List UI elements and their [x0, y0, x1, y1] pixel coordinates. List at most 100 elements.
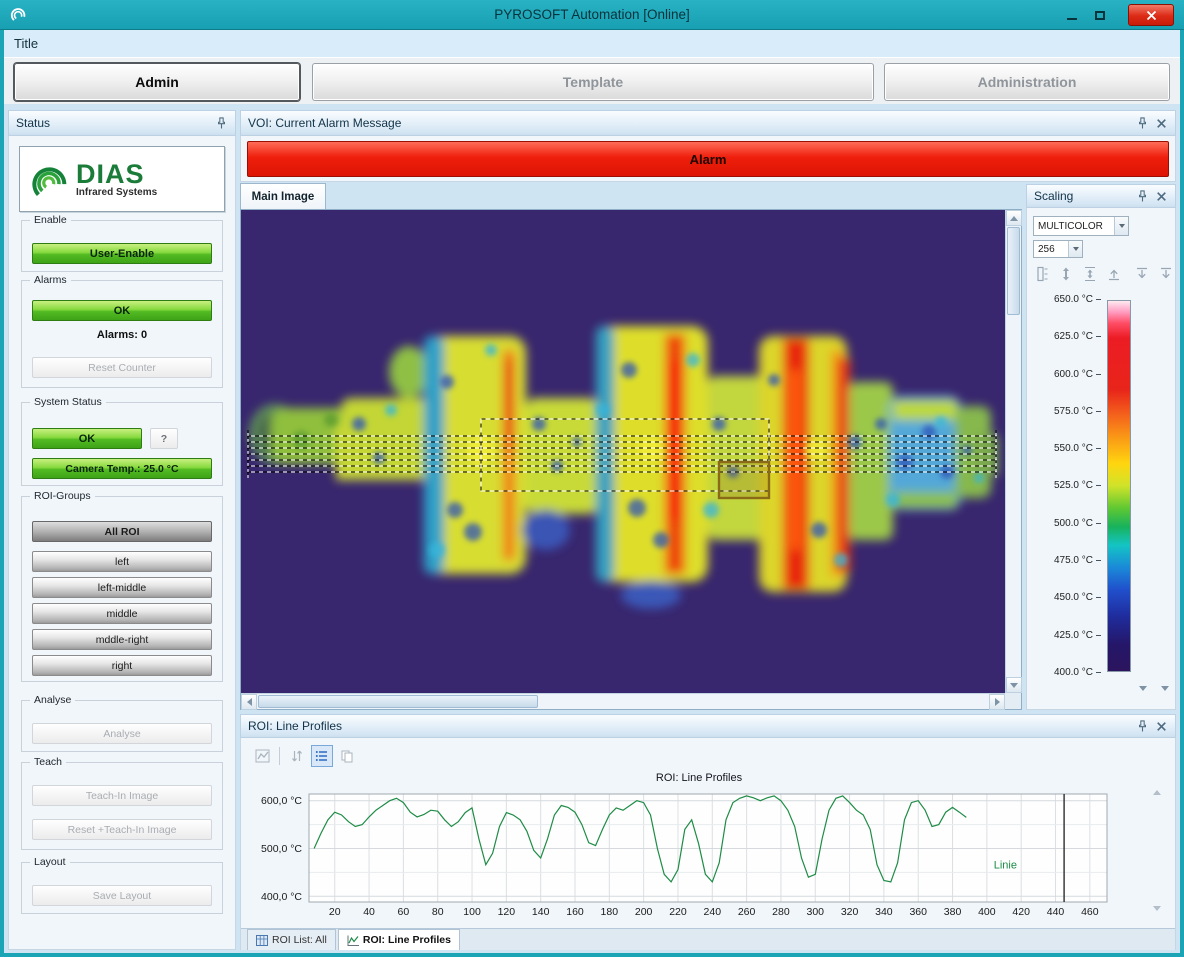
copy-button[interactable]: [336, 745, 358, 767]
user-enable-button[interactable]: User-Enable: [32, 243, 212, 264]
scale-up-icon[interactable]: [1105, 266, 1123, 282]
roi-group-left-button[interactable]: left: [32, 551, 212, 572]
x-tick-label: 20: [329, 906, 341, 918]
scale-min-down-icon[interactable]: [1157, 266, 1175, 282]
reset-teach-in-image-button[interactable]: Reset +Teach-In Image: [32, 819, 212, 840]
chart-scroll-up-button[interactable]: [1153, 790, 1161, 795]
x-tick-label: 40: [363, 906, 375, 918]
dias-logo: DIAS Infrared Systems: [19, 146, 225, 212]
nav-tab-administration[interactable]: Administration: [884, 63, 1170, 101]
minimize-button[interactable]: [1060, 4, 1084, 26]
x-tick-label: 420: [1012, 906, 1030, 918]
roi-bottom-tabs: ROI List: All ROI: Line Profiles: [241, 928, 1175, 950]
roi-groups-title: ROI-Groups: [30, 490, 95, 502]
scroll-down-button[interactable]: [1006, 677, 1022, 693]
scroll-up-button[interactable]: [1006, 210, 1022, 226]
window-frame-left: [0, 30, 4, 957]
alarms-ok-button[interactable]: OK: [32, 300, 212, 321]
list-view-button[interactable]: [311, 745, 333, 767]
maximize-button[interactable]: [1088, 4, 1112, 26]
window-frame-right: [1180, 30, 1184, 957]
scaling-panel-header: Scaling: [1026, 184, 1176, 208]
voi-panel: VOI: Current Alarm Message Alarm: [240, 110, 1176, 182]
x-tick-label: 260: [738, 906, 756, 918]
analyse-group-title: Analyse: [30, 694, 75, 706]
save-layout-button[interactable]: Save Layout: [32, 885, 212, 906]
close-icon[interactable]: [1155, 117, 1168, 130]
status-panel: Status DIAS Infrared Systems: [8, 110, 236, 950]
x-tick-label: 240: [704, 906, 722, 918]
status-panel-title: Status: [16, 116, 50, 130]
pin-icon[interactable]: [215, 117, 228, 130]
image-horizontal-scrollbar[interactable]: [241, 693, 1005, 709]
scale-upper-down-button[interactable]: [1161, 686, 1169, 691]
pin-icon[interactable]: [1136, 720, 1149, 733]
close-icon[interactable]: [1155, 720, 1168, 733]
palette-select[interactable]: MULTICOLOR: [1033, 216, 1129, 236]
roi-rect-selected[interactable]: [719, 462, 769, 498]
scale-tick-label: 550.0 °C: [1029, 443, 1101, 454]
layout-group-title: Layout: [30, 856, 70, 868]
pin-icon[interactable]: [1136, 117, 1149, 130]
sort-icon: [290, 749, 304, 763]
chevron-down-icon: [1114, 217, 1128, 235]
close-button[interactable]: [1128, 4, 1174, 26]
tab-main-image[interactable]: Main Image: [240, 183, 326, 210]
help-button[interactable]: ?: [150, 428, 178, 449]
autoscale-icon[interactable]: [1057, 266, 1075, 282]
nav-tab-admin[interactable]: Admin: [14, 63, 300, 101]
window-frame-bottom: [0, 953, 1184, 957]
enable-group-title: Enable: [30, 214, 71, 226]
tab-roi-line-profiles[interactable]: ROI: Line Profiles: [338, 929, 460, 950]
title-strip-label: Title: [14, 36, 38, 51]
table-icon: [256, 935, 268, 946]
camera-temp-button[interactable]: Camera Temp.: 25.0 °C: [32, 458, 212, 479]
chart-image-button[interactable]: [251, 745, 273, 767]
levels-select[interactable]: 256: [1033, 240, 1083, 258]
scroll-left-button[interactable]: [241, 694, 257, 710]
roi-toolbar: [251, 744, 358, 768]
close-icon[interactable]: [1155, 190, 1168, 203]
y-tick-label: 500,0 °C: [261, 843, 302, 855]
teach-in-image-button[interactable]: Teach-In Image: [32, 785, 212, 806]
line-profiles-plot[interactable]: 2040608010012014016018020022024026028030…: [253, 786, 1145, 926]
roi-group-middle-right-button[interactable]: mddle-right: [32, 629, 212, 650]
chart-scroll-down-button[interactable]: [1153, 906, 1161, 911]
palette-bar-icon[interactable]: [1033, 266, 1051, 282]
scroll-up-icon: [1010, 216, 1018, 221]
roi-panel-title: ROI: Line Profiles: [248, 719, 342, 733]
tab-roi-list-all[interactable]: ROI List: All: [247, 929, 336, 950]
roi-group-left-middle-button[interactable]: left-middle: [32, 577, 212, 598]
roi-group-middle-button[interactable]: middle: [32, 603, 212, 624]
scale-max-down-icon[interactable]: [1133, 266, 1151, 282]
horizontal-scroll-thumb[interactable]: [258, 695, 538, 708]
temperature-colorbar[interactable]: [1107, 300, 1131, 672]
roi-group-all-button[interactable]: All ROI: [32, 521, 212, 542]
scroll-right-icon: [995, 698, 1000, 706]
scale-range-icon[interactable]: [1081, 266, 1099, 282]
alarm-banner-button[interactable]: Alarm: [247, 141, 1169, 177]
system-status-group: System Status OK ? Camera Temp.: 25.0 °C: [21, 402, 223, 486]
roi-group-right-button[interactable]: right: [32, 655, 212, 676]
legend-label: Linie: [994, 860, 1017, 872]
scroll-right-button[interactable]: [989, 694, 1005, 710]
scale-tick-label: 575.0 °C: [1029, 406, 1101, 417]
x-tick-label: 180: [601, 906, 619, 918]
nav-tab-template[interactable]: Template: [312, 63, 874, 101]
scale-tick-label: 525.0 °C: [1029, 480, 1101, 491]
scale-lower-down-button[interactable]: [1139, 686, 1147, 691]
list-view-icon: [315, 749, 329, 763]
temperature-scale-labels: 650.0 °C625.0 °C600.0 °C575.0 °C550.0 °C…: [1029, 294, 1101, 678]
x-tick-label: 300: [806, 906, 824, 918]
image-vertical-scrollbar[interactable]: [1005, 210, 1021, 693]
thermal-image[interactable]: [241, 210, 1005, 693]
reset-counter-button[interactable]: Reset Counter: [32, 357, 212, 378]
pin-icon[interactable]: [1136, 190, 1149, 203]
window-titlebar: PYROSOFT Automation [Online]: [0, 0, 1184, 30]
minimize-icon: [1067, 18, 1077, 20]
system-ok-button[interactable]: OK: [32, 428, 142, 449]
x-tick-label: 360: [909, 906, 927, 918]
sort-button[interactable]: [286, 745, 308, 767]
analyse-button[interactable]: Analyse: [32, 723, 212, 744]
vertical-scroll-thumb[interactable]: [1007, 227, 1020, 315]
